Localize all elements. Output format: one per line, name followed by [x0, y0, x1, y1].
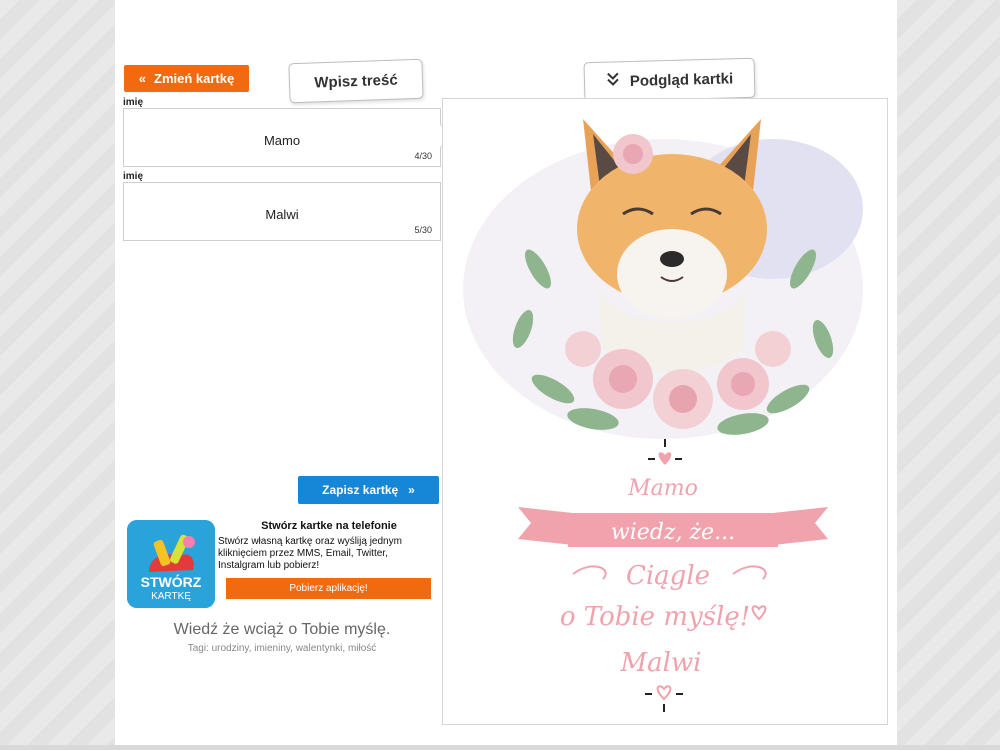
- background-right: [897, 0, 1000, 750]
- tab-input-content[interactable]: Wpisz treść: [288, 58, 424, 104]
- swirl-ornament-left: [572, 565, 607, 580]
- card-line-2: Ciągle: [626, 561, 710, 591]
- name-field-2-value: Malwi: [265, 207, 299, 222]
- name-field-2-counter: 5/30: [414, 225, 432, 235]
- save-card-label: Zapisz kartkę: [322, 483, 399, 497]
- tab-card-preview[interactable]: Podgląd kartki: [583, 57, 756, 103]
- app-icon[interactable]: STWÓRZ KARTKĘ: [127, 520, 215, 608]
- card-caption: Wiedź że wciąż o Tobie myślę.: [173, 621, 391, 638]
- fox-illustration: [577, 119, 767, 372]
- app-icon-line2: KARTKĘ: [151, 591, 191, 602]
- promo-title: Stwórz kartke na telefonie: [261, 520, 397, 532]
- card-tags: Tagi: urodziny, imieniny, walentynki, mi…: [187, 643, 377, 654]
- field-label-name-1: imię: [123, 97, 144, 108]
- name-field-1[interactable]: Mamo 4/30: [123, 108, 441, 167]
- card-banner-text: wiedz, że...: [611, 520, 735, 545]
- footer-line: [0, 745, 1000, 750]
- background-left: [0, 0, 115, 750]
- card-preview: Mamo wiedz, że... Ciągle o Tobie myślę! …: [442, 98, 888, 725]
- heart-ornament-right: [751, 605, 767, 621]
- field-label-name-2: imię: [123, 171, 144, 182]
- double-chevron-right-icon: »: [408, 483, 415, 497]
- change-card-button[interactable]: « Zmień kartkę: [124, 65, 249, 92]
- app-icon-line1: STWÓRZ: [141, 573, 202, 590]
- card-greeting: Mamo: [627, 476, 698, 501]
- card-artwork: Mamo wiedz, że... Ciągle o Tobie myślę! …: [463, 119, 863, 712]
- card-signature: Malwi: [619, 648, 701, 678]
- card-line-3: o Tobie myślę!: [560, 602, 750, 632]
- download-app-button[interactable]: Pobierz aplikację!: [226, 578, 431, 599]
- swirl-ornament-right: [732, 565, 767, 580]
- double-chevron-left-icon: «: [138, 71, 147, 86]
- heart-ornament-bottom: [645, 685, 683, 712]
- tab-input-label: Wpisz treść: [314, 71, 398, 91]
- name-field-2[interactable]: Malwi 5/30: [123, 182, 441, 241]
- name-field-1-counter: 4/30: [414, 151, 432, 161]
- tab-preview-label: Podgląd kartki: [629, 69, 734, 90]
- download-app-label: Pobierz aplikację!: [289, 583, 368, 594]
- save-card-button[interactable]: Zapisz kartkę »: [298, 476, 439, 504]
- double-chevron-down-icon: [606, 71, 621, 91]
- promo-description: Stwórz własną kartkę oraz wyśliją jednym…: [218, 536, 402, 571]
- name-field-1-value: Mamo: [263, 133, 301, 148]
- heart-ornament-top: [648, 439, 682, 465]
- change-card-label: Zmień kartkę: [154, 71, 235, 86]
